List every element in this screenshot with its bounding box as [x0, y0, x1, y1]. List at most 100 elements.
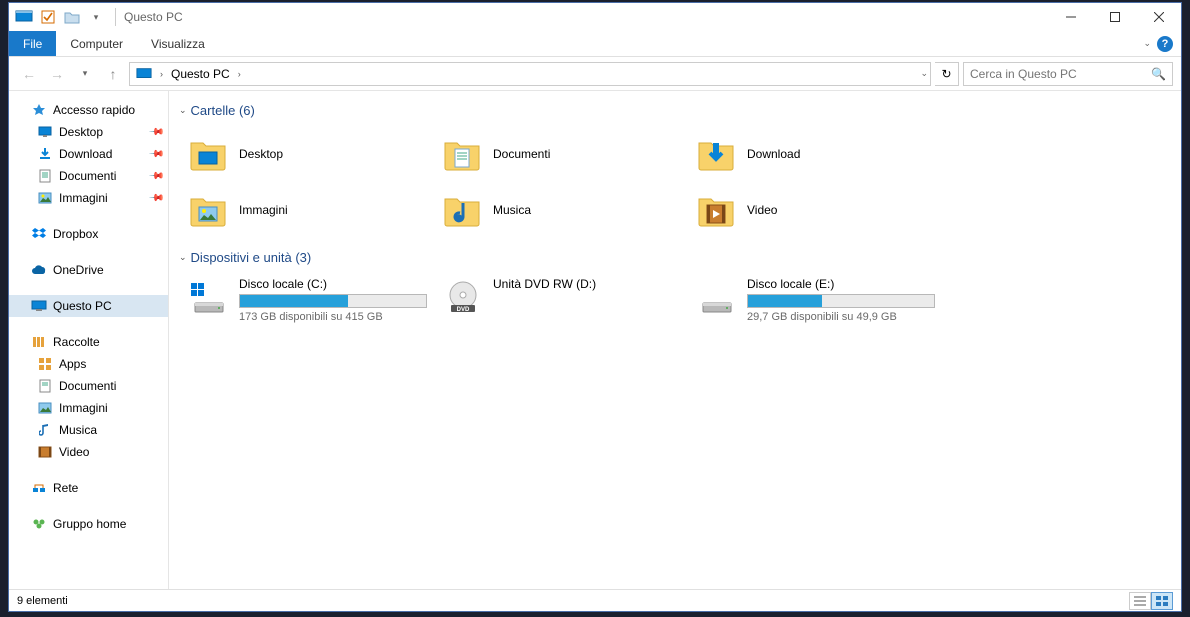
section-label: Dispositivi e unità (3) — [191, 250, 312, 265]
folders-grid: Desktop Documenti Download Immagini Musica Vi… — [169, 122, 1181, 246]
address-history-dropdown[interactable]: ⌄ — [920, 68, 928, 79]
sidebar-item-downloads[interactable]: Download 📌 — [9, 143, 168, 165]
forward-button[interactable]: → — [45, 62, 69, 86]
sidebar-item-lib-documents[interactable]: Documenti — [9, 375, 168, 397]
network-icon — [31, 480, 47, 496]
qat-dropdown-icon[interactable]: ▾ — [85, 6, 107, 28]
sidebar-item-label: Dropbox — [53, 227, 98, 241]
explorer-window: ▾ Questo PC File Computer Visualizza ⌄ ?… — [8, 2, 1182, 612]
sidebar-libraries[interactable]: Raccolte — [9, 331, 168, 353]
address-bar[interactable]: › Questo PC › ⌄ — [129, 62, 931, 86]
sidebar-item-label: Immagini — [59, 191, 108, 205]
help-icon[interactable]: ? — [1157, 36, 1173, 52]
folder-label: Video — [747, 203, 777, 217]
folder-icon — [443, 190, 483, 230]
tab-view[interactable]: Visualizza — [137, 31, 219, 56]
drive-icon — [697, 277, 737, 317]
sidebar-item-label: Immagini — [59, 401, 108, 415]
window-title: Questo PC — [120, 10, 183, 24]
minimize-button[interactable] — [1049, 3, 1093, 31]
properties-icon[interactable] — [37, 6, 59, 28]
ribbon-tabs: File Computer Visualizza ⌄ ? — [9, 31, 1181, 57]
sidebar-item-documents[interactable]: Documenti 📌 — [9, 165, 168, 187]
folder-item[interactable]: Immagini — [181, 182, 435, 238]
homegroup-icon — [31, 516, 47, 532]
download-icon — [37, 146, 53, 162]
drive-capacity-bar — [747, 294, 935, 308]
sidebar-network[interactable]: Rete — [9, 477, 168, 499]
titlebar-separator — [115, 8, 116, 26]
breadcrumb-separator-icon[interactable]: › — [158, 69, 165, 79]
folder-icon — [697, 190, 737, 230]
sidebar-item-lib-pictures[interactable]: Immagini — [9, 397, 168, 419]
thispc-icon — [31, 298, 47, 314]
folder-item[interactable]: Documenti — [435, 126, 689, 182]
drive-item[interactable]: DVDUnità DVD RW (D:) — [435, 273, 689, 327]
maximize-button[interactable] — [1093, 3, 1137, 31]
sidebar-homegroup[interactable]: Gruppo home — [9, 513, 168, 535]
folder-icon — [443, 134, 483, 174]
tab-computer[interactable]: Computer — [56, 31, 137, 56]
status-text: 9 elementi — [17, 595, 68, 607]
sidebar-item-label: Raccolte — [53, 335, 100, 349]
section-label: Cartelle (6) — [191, 103, 255, 118]
sidebar-item-pictures[interactable]: Immagini 📌 — [9, 187, 168, 209]
sidebar-item-label: Questo PC — [53, 299, 112, 313]
sidebar-item-label: Download — [59, 147, 112, 161]
drive-icon — [189, 277, 229, 317]
section-devices-header[interactable]: ⌄ Dispositivi e unità (3) — [169, 246, 1181, 269]
breadcrumb-root-icon[interactable] — [132, 67, 156, 81]
desktop-icon — [37, 124, 53, 140]
back-button[interactable]: ← — [17, 62, 41, 86]
drive-subtext: 173 GB disponibili su 415 GB — [239, 311, 431, 323]
app-icon[interactable] — [13, 6, 35, 28]
video-icon — [37, 444, 53, 460]
refresh-button[interactable]: ↻ — [935, 62, 959, 86]
sidebar-dropbox[interactable]: Dropbox — [9, 223, 168, 245]
folder-icon — [697, 134, 737, 174]
up-button[interactable]: ↑ — [101, 62, 125, 86]
folder-item[interactable]: Video — [689, 182, 943, 238]
breadcrumb-separator-icon[interactable]: › — [236, 69, 243, 79]
sidebar-item-label: Desktop — [59, 125, 103, 139]
sidebar-item-lib-music[interactable]: Musica — [9, 419, 168, 441]
sidebar-item-lib-video[interactable]: Video — [9, 441, 168, 463]
svg-text:DVD: DVD — [457, 307, 470, 313]
content-pane: ⌄ Cartelle (6) Desktop Documenti Download I… — [169, 91, 1181, 589]
folder-label: Documenti — [493, 147, 550, 161]
section-folders-header[interactable]: ⌄ Cartelle (6) — [169, 99, 1181, 122]
pin-icon: 📌 — [147, 124, 164, 141]
status-bar: 9 elementi — [9, 589, 1181, 611]
folder-label: Musica — [493, 203, 531, 217]
file-tab[interactable]: File — [9, 31, 56, 56]
sidebar-this-pc[interactable]: Questo PC — [9, 295, 168, 317]
ribbon-expand-icon[interactable]: ⌄ — [1143, 38, 1151, 49]
close-button[interactable] — [1137, 3, 1181, 31]
sidebar-item-desktop[interactable]: Desktop 📌 — [9, 121, 168, 143]
folder-item[interactable]: Musica — [435, 182, 689, 238]
sidebar-item-apps[interactable]: Apps — [9, 353, 168, 375]
sidebar-onedrive[interactable]: OneDrive — [9, 259, 168, 281]
document-icon — [37, 378, 53, 394]
new-folder-icon[interactable] — [61, 6, 83, 28]
pin-icon: 📌 — [147, 146, 164, 163]
dropbox-icon — [31, 226, 47, 242]
pictures-icon — [37, 190, 53, 206]
sidebar-item-label: Rete — [53, 481, 78, 495]
pin-icon: 📌 — [147, 190, 164, 207]
folder-label: Immagini — [239, 203, 288, 217]
details-view-button[interactable] — [1129, 592, 1151, 610]
drive-item[interactable]: Disco locale (C:)173 GB disponibili su 4… — [181, 273, 435, 327]
sidebar-quick-access[interactable]: Accesso rapido — [9, 99, 168, 121]
folder-item[interactable]: Download — [689, 126, 943, 182]
folder-item[interactable]: Desktop — [181, 126, 435, 182]
breadcrumb-item[interactable]: Questo PC — [167, 67, 234, 81]
sidebar-item-label: Video — [59, 445, 89, 459]
recent-dropdown[interactable]: ▾ — [73, 62, 97, 86]
search-input[interactable] — [970, 67, 1151, 81]
tiles-view-button[interactable] — [1151, 592, 1173, 610]
libraries-icon — [31, 334, 47, 350]
search-box[interactable]: 🔍 — [963, 62, 1173, 86]
drive-item[interactable]: Disco locale (E:)29,7 GB disponibili su … — [689, 273, 943, 327]
quick-access-toolbar: ▾ — [9, 6, 111, 28]
